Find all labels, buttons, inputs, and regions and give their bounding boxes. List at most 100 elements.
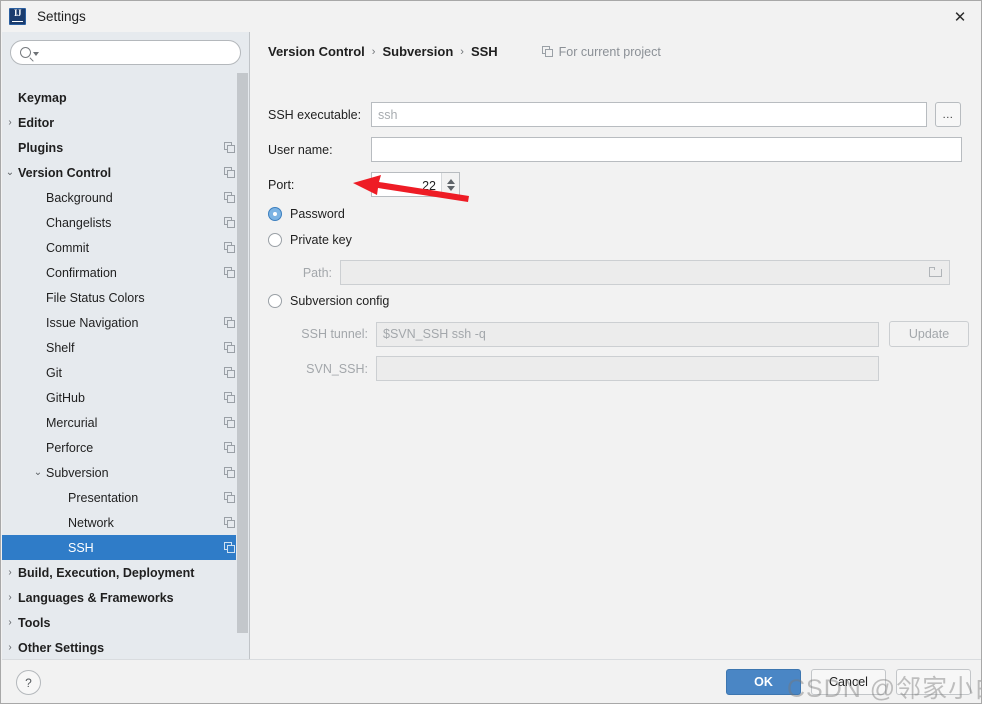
sidebar-item-github[interactable]: GitHub: [2, 385, 249, 410]
user-name-input[interactable]: [371, 137, 962, 162]
ssh-executable-label: SSH executable:: [268, 107, 362, 122]
ssh-executable-input[interactable]: [371, 102, 927, 127]
radio-private-key-indicator[interactable]: [268, 233, 282, 247]
copy-icon: [541, 46, 553, 57]
tree-row-clipped[interactable]: [2, 73, 249, 85]
chevron-right-icon[interactable]: ›: [4, 617, 16, 628]
chevron-down-icon[interactable]: [446, 185, 455, 191]
svn-ssh-input[interactable]: [376, 356, 879, 381]
sidebar-item-label: Shelf: [46, 340, 75, 355]
sidebar-item-plugins[interactable]: Plugins: [2, 135, 249, 160]
sidebar-item-network[interactable]: Network: [2, 510, 249, 535]
ssh-executable-row: SSH executable: ...: [268, 102, 961, 127]
chevron-right-icon[interactable]: ›: [4, 642, 16, 653]
sidebar-item-subversion[interactable]: ⌄ Subversion: [2, 460, 249, 485]
radio-private-key-label: Private key: [290, 233, 352, 247]
chevron-down-icon[interactable]: ⌄: [32, 467, 44, 478]
sidebar-item-label: Other Settings: [18, 640, 105, 655]
sidebar-scrollbar-track[interactable]: [236, 73, 249, 659]
sidebar-item-label: Network: [68, 515, 114, 530]
copy-icon: [224, 142, 235, 153]
copy-icon: [224, 317, 235, 328]
copy-icon: [224, 442, 235, 453]
sidebar-item-label: Presentation: [68, 490, 139, 505]
sidebar-item-background[interactable]: Background: [2, 185, 249, 210]
chevron-right-icon[interactable]: ›: [4, 117, 16, 128]
path-label: Path:: [302, 265, 332, 280]
sidebar-item-tools[interactable]: › Tools: [2, 610, 249, 635]
sidebar-item-label: File Status Colors: [46, 290, 145, 305]
radio-subversion-config-indicator[interactable]: [268, 294, 282, 308]
sidebar-item-confirmation[interactable]: Confirmation: [2, 260, 249, 285]
sidebar-item-issue-navigation[interactable]: Issue Navigation: [2, 310, 249, 335]
sidebar-item-keymap[interactable]: Keymap: [2, 85, 249, 110]
copy-icon: [224, 267, 235, 278]
sidebar-item-presentation[interactable]: Presentation: [2, 485, 249, 510]
sidebar-item-mercurial[interactable]: Mercurial: [2, 410, 249, 435]
sidebar-item-label: Editor: [18, 115, 55, 130]
ok-button[interactable]: OK: [726, 669, 801, 695]
sidebar-item-git[interactable]: Git: [2, 360, 249, 385]
radio-subversion-config[interactable]: Subversion config: [268, 294, 389, 308]
sidebar-item-label: Languages & Frameworks: [18, 590, 174, 605]
radio-private-key[interactable]: Private key: [268, 233, 352, 247]
sidebar-item-version-control[interactable]: ⌄ Version Control: [2, 160, 249, 185]
search-box[interactable]: [10, 40, 241, 65]
port-stepper-buttons[interactable]: [441, 173, 459, 196]
sidebar-item-label: Subversion: [46, 465, 109, 480]
copy-icon: [224, 417, 235, 428]
sidebar-item-label: Perforce: [46, 440, 94, 455]
chevron-right-icon[interactable]: ›: [4, 592, 16, 603]
search-icon: [20, 47, 31, 58]
sidebar-item-build-execution-deployment[interactable]: › Build, Execution, Deployment: [2, 560, 249, 585]
search-input[interactable]: [39, 44, 240, 61]
copy-icon: [224, 242, 235, 253]
radio-password[interactable]: Password: [268, 207, 345, 221]
sidebar-item-languages-frameworks[interactable]: › Languages & Frameworks: [2, 585, 249, 610]
help-button[interactable]: ?: [16, 670, 41, 695]
sidebar-item-label: SSH: [68, 540, 94, 555]
chevron-up-icon[interactable]: [446, 178, 455, 184]
sidebar-item-ssh[interactable]: SSH: [2, 535, 249, 560]
breadcrumb-subversion[interactable]: Subversion: [382, 44, 453, 59]
ssh-tunnel-input[interactable]: [376, 321, 879, 347]
sidebar-item-commit[interactable]: Commit: [2, 235, 249, 260]
sidebar-item-label: Mercurial: [46, 415, 98, 430]
settings-dialog: Settings ✕ Keymap›EditorPlugins⌄Version …: [0, 0, 982, 704]
breadcrumb-version-control[interactable]: Version Control: [268, 44, 365, 59]
chevron-down-icon[interactable]: ⌄: [4, 167, 16, 178]
apply-button[interactable]: [896, 669, 971, 695]
window-title: Settings: [37, 9, 86, 24]
sidebar-item-shelf[interactable]: Shelf: [2, 335, 249, 360]
folder-icon[interactable]: [929, 266, 942, 277]
sidebar-scrollbar-thumb[interactable]: [237, 73, 248, 633]
title-bar: Settings ✕: [1, 1, 981, 32]
intellij-idea-icon: [9, 8, 26, 25]
sidebar-item-label: Background: [46, 190, 113, 205]
update-button[interactable]: Update: [889, 321, 969, 347]
sidebar-item-changelists[interactable]: Changelists: [2, 210, 249, 235]
sidebar-item-label: Plugins: [18, 140, 64, 155]
path-input[interactable]: [340, 260, 950, 285]
sidebar-item-file-status-colors[interactable]: File Status Colors: [2, 285, 249, 310]
sidebar-item-other-settings[interactable]: › Other Settings: [2, 635, 249, 659]
port-stepper[interactable]: [371, 172, 460, 198]
sidebar-item-label: Tools: [18, 615, 51, 630]
cancel-button[interactable]: Cancel: [811, 669, 886, 695]
for-current-project-label: For current project: [558, 44, 661, 59]
copy-icon: [224, 217, 235, 228]
sidebar-item-label: Commit: [46, 240, 90, 255]
sidebar-item-editor[interactable]: › Editor: [2, 110, 249, 135]
close-icon[interactable]: ✕: [937, 1, 981, 32]
user-name-label: User name:: [268, 142, 333, 157]
svn-ssh-row: SVN_SSH:: [286, 356, 879, 381]
copy-icon: [224, 467, 235, 478]
path-row: Path:: [286, 260, 950, 285]
radio-password-indicator[interactable]: [268, 207, 282, 221]
browse-button[interactable]: ...: [935, 102, 961, 127]
copy-icon: [224, 192, 235, 203]
sidebar-item-perforce[interactable]: Perforce: [2, 435, 249, 460]
sidebar-item-label: Changelists: [46, 215, 112, 230]
port-input[interactable]: [372, 173, 441, 198]
chevron-right-icon[interactable]: ›: [4, 567, 16, 578]
